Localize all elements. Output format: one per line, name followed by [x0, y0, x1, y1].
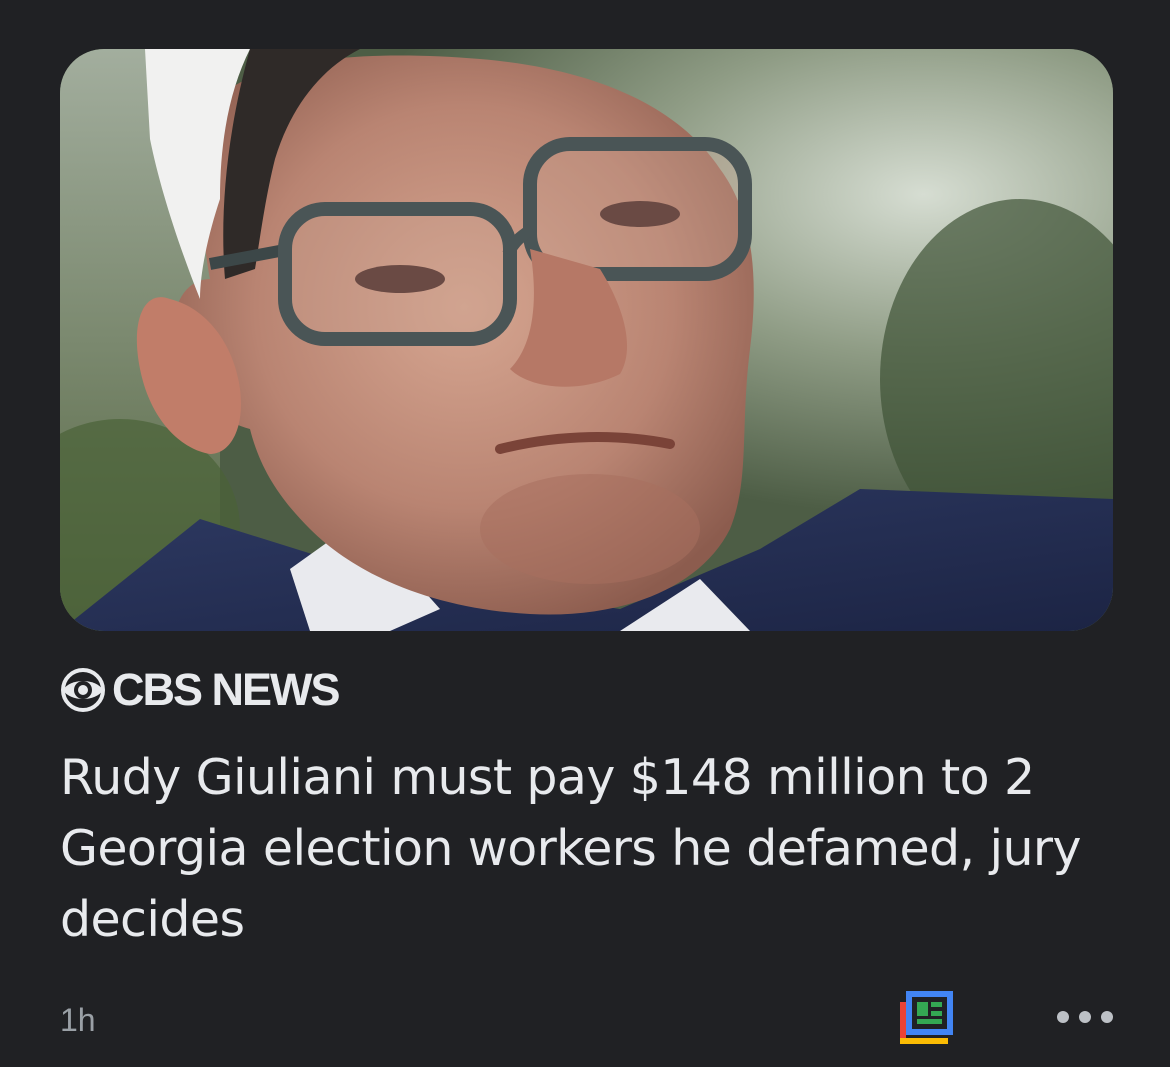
more-horizontal-icon — [1057, 1011, 1069, 1023]
cbs-eye-icon — [61, 668, 105, 712]
source-name: CBS NEWS — [112, 664, 341, 715]
card-footer: 1h — [60, 988, 1113, 1048]
full-coverage-icon — [900, 991, 953, 1044]
article-image[interactable] — [60, 49, 1113, 631]
article-headline[interactable]: Rudy Giuliani must pay $148 million to 2… — [60, 742, 1120, 955]
more-options-button[interactable] — [1057, 1004, 1113, 1030]
news-card[interactable]: CBS NEWS Rudy Giuliani must pay $148 mil… — [0, 0, 1170, 1067]
article-photo — [60, 49, 1113, 631]
full-coverage-button[interactable] — [898, 990, 954, 1048]
more-dot — [1079, 1011, 1091, 1023]
publish-time: 1h — [60, 1002, 96, 1038]
source-publisher[interactable]: CBS NEWS — [60, 664, 341, 715]
more-dot — [1101, 1011, 1113, 1023]
